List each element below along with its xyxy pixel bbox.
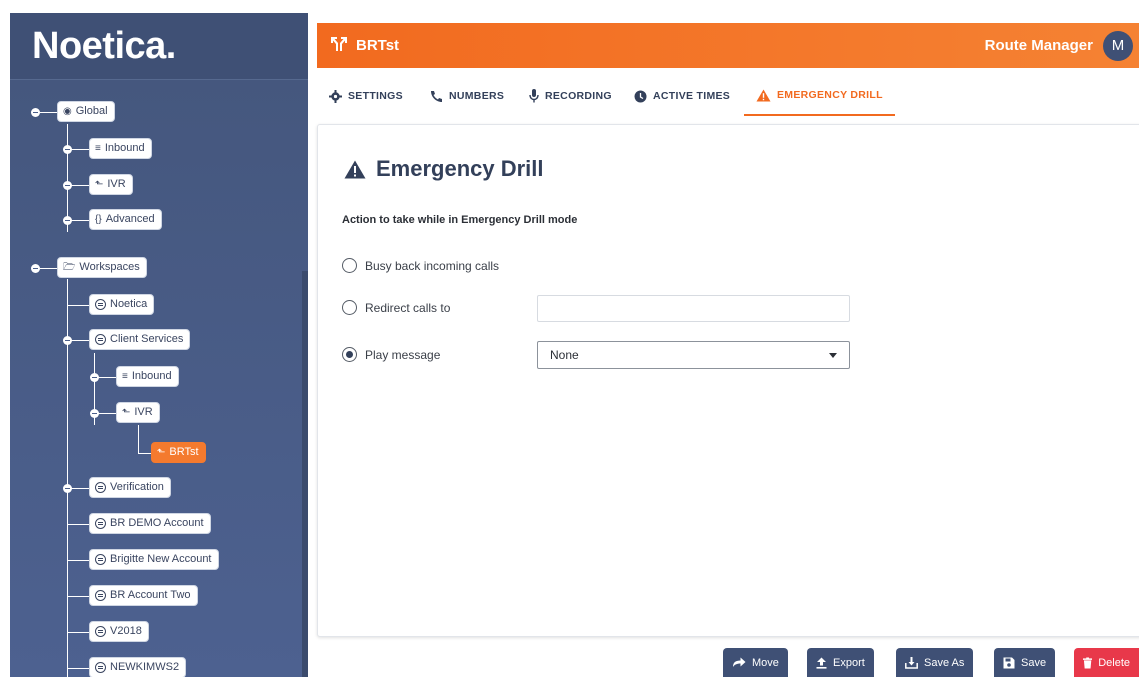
- tree-connector: [138, 425, 139, 453]
- collapse-workspaces-icon[interactable]: [31, 264, 40, 273]
- share-arrow-icon: [733, 657, 746, 667]
- workspace-icon: [95, 626, 106, 637]
- folder-icon: 🗁: [63, 262, 76, 273]
- tab-emergency-drill[interactable]: EMERGENCY DRILL: [744, 76, 895, 116]
- workspace-icon: [95, 662, 106, 673]
- gear-icon: [329, 89, 342, 103]
- export-button[interactable]: Export: [807, 648, 874, 677]
- tree-connector: [67, 305, 89, 306]
- radio-busy-back[interactable]: Busy back incoming calls: [342, 258, 499, 273]
- collapse-toggle-icon[interactable]: [63, 336, 72, 345]
- collapse-toggle-icon[interactable]: [90, 409, 99, 418]
- route-split-icon: ⬑: [157, 447, 166, 458]
- section-label: Action to take while in Emergency Drill …: [342, 214, 578, 226]
- warning-icon: [344, 160, 366, 178]
- trash-icon: [1083, 656, 1093, 669]
- workspace-icon: [95, 299, 106, 310]
- clock-icon: [634, 90, 647, 102]
- radio-button-checked[interactable]: [342, 347, 357, 362]
- tree-node-ivr[interactable]: ⬑ IVR: [89, 174, 133, 195]
- move-button[interactable]: Move: [723, 648, 788, 677]
- save-as-button[interactable]: Save As: [896, 648, 974, 677]
- collapse-toggle-icon[interactable]: [90, 373, 99, 382]
- tree-node-brigitte-new-account[interactable]: Brigitte New Account: [89, 549, 219, 570]
- tree-connector: [67, 632, 89, 633]
- delete-button[interactable]: Delete: [1074, 648, 1139, 677]
- collapse-toggle-icon[interactable]: [63, 181, 72, 190]
- top-header: BRTst Route Manager M: [317, 23, 1139, 68]
- download-icon: [905, 656, 918, 669]
- tree-connector: [67, 560, 89, 561]
- workspace-icon: [95, 334, 106, 345]
- workspace-icon: [95, 518, 106, 529]
- tree-node-brtst[interactable]: ⬑ BRTst: [151, 442, 206, 463]
- content-panel: Emergency Drill Action to take while in …: [317, 124, 1139, 637]
- tree-node-workspaces[interactable]: 🗁 Workspaces: [57, 257, 147, 278]
- collapse-toggle-icon[interactable]: [63, 145, 72, 154]
- tree-node-newkimws2[interactable]: NEWKIMWS2: [89, 657, 187, 677]
- phone-icon: [431, 90, 442, 102]
- tree-node-br-demo-account[interactable]: BR DEMO Account: [89, 513, 211, 534]
- app-name: Route Manager: [984, 37, 1093, 54]
- tab-settings[interactable]: SETTINGS: [329, 76, 403, 116]
- radio-play-message[interactable]: Play message: [342, 347, 440, 362]
- tree-node-inbound[interactable]: ≡ Inbound: [89, 138, 152, 159]
- microphone-icon: [529, 89, 539, 103]
- user-avatar[interactable]: M: [1103, 31, 1133, 61]
- tab-numbers[interactable]: NUMBERS: [429, 76, 504, 116]
- collapse-toggle-icon[interactable]: [63, 216, 72, 225]
- tree-connector: [67, 524, 89, 525]
- tree-node-noetica[interactable]: Noetica: [89, 294, 155, 315]
- collapse-global-icon[interactable]: [31, 108, 40, 117]
- tree-node-br-account-two[interactable]: BR Account Two: [89, 585, 198, 606]
- upload-icon: [816, 657, 827, 669]
- tree-node-verification[interactable]: Verification: [89, 477, 171, 498]
- floppy-disk-icon: [1003, 657, 1015, 668]
- queue-icon: ≡: [122, 371, 128, 382]
- tab-active-times[interactable]: ACTIVE TIMES: [634, 76, 730, 116]
- page-title: Emergency Drill: [344, 156, 544, 182]
- route-split-icon: ⬑: [95, 179, 104, 190]
- page-header-title: BRTst: [356, 37, 400, 54]
- workspace-tree: ◉ Global ≡ Inbound ⬑ IVR {} Advanced 🗁 W…: [10, 13, 308, 677]
- route-split-icon: ⬑: [122, 407, 131, 418]
- tree-node-inbound[interactable]: ≡ Inbound: [116, 366, 179, 387]
- chevron-down-icon: [829, 352, 837, 358]
- tab-bar: SETTINGS NUMBERS RECORDING ACTIVE TIMES …: [317, 76, 1139, 116]
- radio-button[interactable]: [342, 300, 357, 315]
- tree-node-client-services[interactable]: Client Services: [89, 329, 191, 350]
- tree-connector: [67, 596, 89, 597]
- route-split-icon: [331, 37, 347, 51]
- warning-icon: [756, 89, 771, 101]
- tab-recording[interactable]: RECORDING: [529, 76, 612, 116]
- tree-node-v2018[interactable]: V2018: [89, 621, 149, 642]
- radio-redirect-calls[interactable]: Redirect calls to: [342, 300, 450, 315]
- tree-connector: [67, 668, 89, 669]
- redirect-number-input[interactable]: [537, 295, 850, 322]
- workspace-icon: [95, 590, 106, 601]
- sidebar: Noetica. ◉ Global ≡ Inbound ⬑ IVR {} Adv…: [10, 13, 308, 677]
- tree-connector: [138, 453, 151, 454]
- tree-node-advanced[interactable]: {} Advanced: [89, 209, 162, 230]
- queue-icon: ≡: [95, 143, 101, 154]
- tree-node-ivr[interactable]: ⬑ IVR: [116, 402, 160, 423]
- workspace-icon: [95, 554, 106, 565]
- collapse-toggle-icon[interactable]: [63, 484, 72, 493]
- tree-node-global[interactable]: ◉ Global: [57, 101, 115, 122]
- braces-icon: {}: [95, 214, 102, 225]
- globe-icon: ◉: [63, 106, 72, 117]
- workspace-icon: [95, 482, 106, 493]
- save-button[interactable]: Save: [994, 648, 1056, 677]
- radio-button[interactable]: [342, 258, 357, 273]
- message-select[interactable]: None: [537, 341, 850, 369]
